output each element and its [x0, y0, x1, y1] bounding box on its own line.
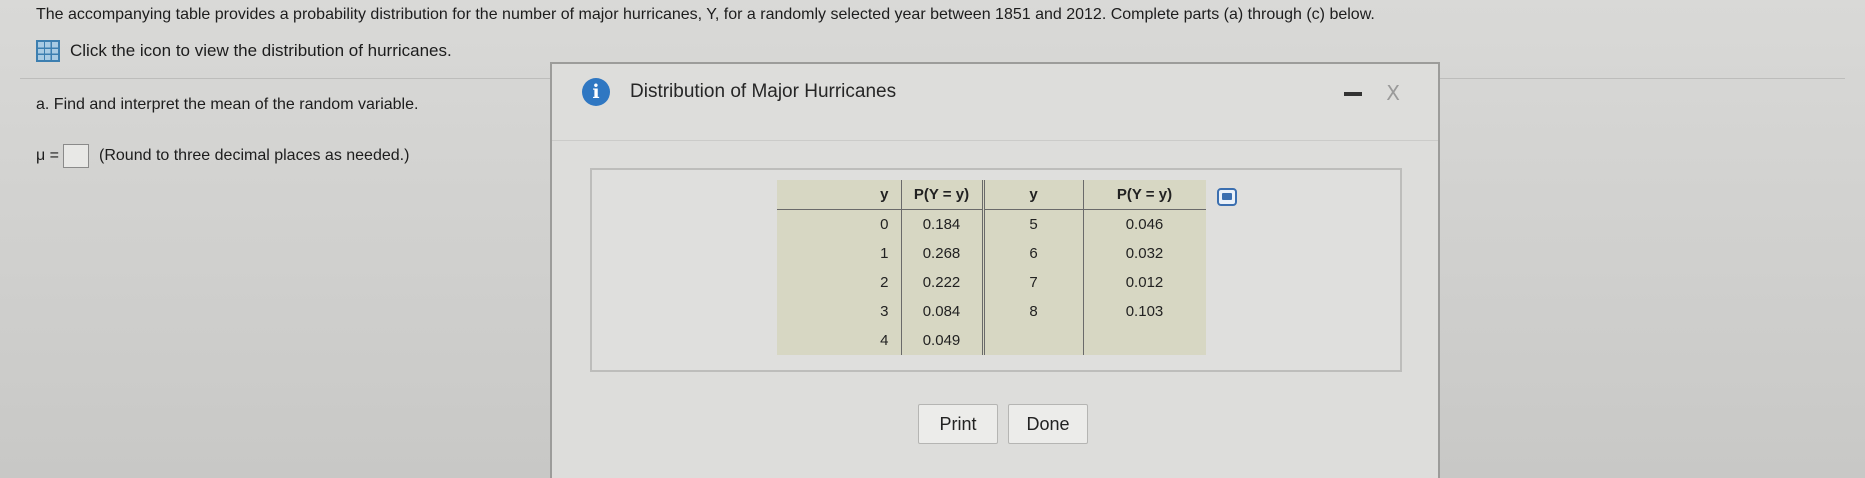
part-a-prompt: a. Find and interpret the mean of the ra… — [36, 96, 419, 113]
cell-y: 3 — [880, 303, 889, 320]
cell-y — [983, 326, 1083, 355]
cell-y: 5 — [1029, 216, 1038, 233]
header-y-left: y — [777, 180, 901, 210]
table-header-row: y P(Y = y) y P(Y = y) — [777, 180, 1206, 210]
table-row: 4 0.049 — [777, 326, 1206, 355]
distribution-table: y P(Y = y) y P(Y = y) 0 0.184 5 0.046 1 … — [777, 180, 1206, 355]
question-text: The accompanying table provides a probab… — [36, 6, 1375, 23]
close-icon[interactable]: X — [1386, 81, 1400, 105]
table-row: 1 0.268 6 0.032 — [777, 239, 1206, 268]
print-button[interactable]: Print — [918, 404, 998, 444]
view-distribution-label: Click the icon to view the distribution … — [70, 41, 452, 60]
cell-y: 7 — [1029, 274, 1038, 291]
info-icon: i — [582, 78, 610, 106]
table-row: 2 0.222 7 0.012 — [777, 268, 1206, 297]
header-p-left: P(Y = y) — [900, 180, 985, 210]
header-y-right: y — [983, 180, 1083, 210]
cell-prob: 0.046 — [1082, 209, 1206, 239]
cell-prob: 0.032 — [1082, 239, 1206, 268]
dialog-separator — [552, 140, 1438, 141]
header-p-right: P(Y = y) — [1082, 180, 1206, 210]
table-grid-icon[interactable] — [36, 40, 60, 62]
copy-icon[interactable] — [1217, 188, 1237, 206]
dialog-header: i Distribution of Major Hurricanes — [582, 78, 896, 106]
cell-prob — [1082, 326, 1206, 355]
table-panel: y P(Y = y) y P(Y = y) 0 0.184 5 0.046 1 … — [590, 168, 1402, 372]
cell-prob: 0.049 — [900, 326, 985, 355]
cell-y: 4 — [880, 332, 889, 349]
minimize-icon[interactable] — [1344, 92, 1362, 96]
cell-y: 2 — [880, 274, 889, 291]
table-row: 0 0.184 5 0.046 — [777, 209, 1206, 239]
mu-answer-row: μ = (Round to three decimal places as ne… — [36, 144, 409, 168]
cell-y: 1 — [880, 245, 889, 262]
cell-prob: 0.012 — [1082, 268, 1206, 297]
cell-y: 8 — [1029, 303, 1038, 320]
cell-prob: 0.084 — [900, 297, 985, 326]
distribution-dialog: i Distribution of Major Hurricanes X y P… — [550, 62, 1440, 478]
cell-prob: 0.103 — [1082, 297, 1206, 326]
mu-rounding-hint: (Round to three decimal places as needed… — [99, 147, 410, 164]
dialog-title: Distribution of Major Hurricanes — [630, 81, 897, 102]
view-distribution-link[interactable]: Click the icon to view the distribution … — [36, 40, 452, 62]
cell-y: 0 — [880, 216, 889, 233]
table-row: 3 0.084 8 0.103 — [777, 297, 1206, 326]
mu-answer-input[interactable] — [63, 144, 90, 168]
mu-label: μ = — [36, 147, 60, 164]
cell-prob: 0.268 — [900, 239, 985, 268]
cell-y: 6 — [1029, 245, 1038, 262]
done-button[interactable]: Done — [1008, 404, 1088, 444]
cell-prob: 0.222 — [900, 268, 985, 297]
cell-prob: 0.184 — [900, 209, 985, 239]
